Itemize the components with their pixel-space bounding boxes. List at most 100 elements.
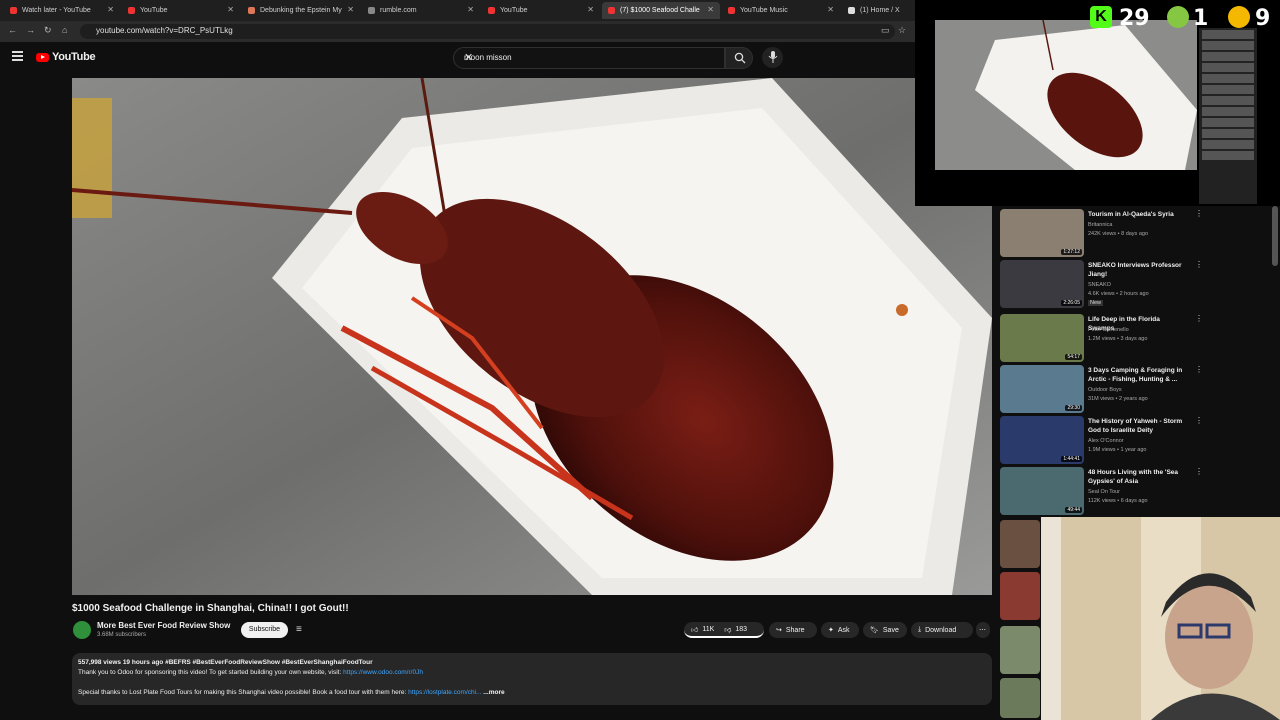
- more-vertical-icon[interactable]: ⋮: [1195, 260, 1203, 269]
- bookmark-star-icon[interactable]: ☆: [898, 25, 906, 36]
- tab-rumble[interactable]: rumble.com ✕: [362, 2, 480, 19]
- suggested-video[interactable]: 1:27:12 Tourism in Al-Qaeda's Syria Brit…: [1000, 209, 1203, 257]
- thumbs-up-icon[interactable]: 👍︎: [691, 625, 698, 634]
- tab-youtube-2[interactable]: YouTube ✕: [482, 2, 600, 19]
- more-vertical-icon[interactable]: ⋮: [1195, 467, 1203, 476]
- suggested-views: 112K views • 6 days ago: [1088, 498, 1148, 504]
- lobster-video-frame: [72, 78, 992, 595]
- suggested-channel[interactable]: Peter Santenello: [1088, 327, 1129, 333]
- video-thumbnail[interactable]: 1:27:12: [1000, 209, 1084, 257]
- suggested-channel[interactable]: Outdoor Boys: [1088, 387, 1122, 393]
- suggested-title[interactable]: The History of Yahweh - Storm God to Isr…: [1088, 417, 1184, 435]
- suggested-thumbnail-partial[interactable]: [1000, 626, 1040, 674]
- youtube-favicon-icon: [488, 7, 495, 14]
- suggested-title[interactable]: 3 Days Camping & Foraging in Arctic - Fi…: [1088, 366, 1184, 384]
- twitch-icon: [1228, 6, 1250, 28]
- suggested-thumbnail-partial[interactable]: [1000, 572, 1040, 620]
- tab-youtube-music[interactable]: YouTube Music ✕: [722, 2, 840, 19]
- back-icon[interactable]: ←: [8, 25, 17, 35]
- channel-avatar[interactable]: [73, 621, 91, 639]
- clear-search-icon[interactable]: ✕: [464, 51, 718, 64]
- close-tab-icon[interactable]: ✕: [107, 5, 114, 14]
- suggested-video[interactable]: 2:26:05 SNEAKO Interviews Professor Jian…: [1000, 260, 1203, 308]
- video-thumbnail[interactable]: 54:17: [1000, 314, 1084, 362]
- menu-icon[interactable]: [12, 51, 23, 61]
- tab-label: YouTube: [140, 7, 168, 14]
- more-vertical-icon[interactable]: ⋮: [1195, 365, 1203, 374]
- tab-label: rumble.com: [380, 7, 417, 14]
- search-button[interactable]: [725, 47, 753, 69]
- close-tab-icon[interactable]: ✕: [827, 5, 834, 14]
- page-scrollbar[interactable]: [1272, 206, 1278, 266]
- dislike-count[interactable]: 183: [735, 626, 747, 633]
- suggested-video[interactable]: 54:17 Life Deep in the Florida Swamps Pe…: [1000, 314, 1203, 362]
- save-button[interactable]: 🔖︎ Save: [863, 622, 907, 638]
- video-duration: 49:44: [1065, 507, 1082, 513]
- tab-youtube[interactable]: YouTube ✕: [122, 2, 240, 19]
- suggested-thumbnail-partial[interactable]: [1000, 678, 1040, 718]
- suggested-title[interactable]: Tourism in Al-Qaeda's Syria: [1088, 210, 1184, 219]
- youtube-logo[interactable]: YouTube: [36, 51, 96, 63]
- tab-label: (1) Home / X: [860, 7, 900, 14]
- install-app-icon[interactable]: ▭: [881, 25, 890, 36]
- tab-seafood-challenge[interactable]: (7) $1000 Seafood Challe ✕: [602, 2, 720, 19]
- twitch-viewer-count: 9: [1255, 6, 1271, 31]
- suggested-channel[interactable]: SNEAKO: [1088, 282, 1111, 288]
- suggested-channel[interactable]: Alex O'Connor: [1088, 438, 1124, 444]
- suggested-thumbnail-partial[interactable]: [1000, 520, 1040, 568]
- more-vertical-icon[interactable]: ⋮: [1195, 314, 1203, 323]
- suggested-title[interactable]: SNEAKO Interviews Professor Jiang!: [1088, 261, 1184, 279]
- suggested-video[interactable]: 1:44:41 The History of Yahweh - Storm Go…: [1000, 416, 1203, 464]
- suggested-title[interactable]: 48 Hours Living with the 'Sea Gypsies' o…: [1088, 468, 1184, 486]
- close-tab-icon[interactable]: ✕: [227, 5, 234, 14]
- close-tab-icon[interactable]: ✕: [467, 5, 474, 14]
- address-bar[interactable]: youtube.com/watch?v=DRC_PsUTLkg: [80, 24, 895, 39]
- more-vertical-icon[interactable]: ⋮: [1195, 209, 1203, 218]
- microphone-icon: [768, 51, 778, 63]
- tab-label: YouTube Music: [740, 7, 788, 14]
- suggested-video[interactable]: 29:30 3 Days Camping & Foraging in Arcti…: [1000, 365, 1203, 413]
- close-tab-icon[interactable]: ✕: [587, 5, 594, 14]
- ask-label: Ask: [837, 626, 850, 634]
- search-icon: [734, 52, 746, 64]
- suggested-views: 242K views • 8 days ago: [1088, 231, 1149, 237]
- suggested-channel[interactable]: Britannica: [1088, 222, 1112, 228]
- share-button[interactable]: ↪ Share: [769, 622, 817, 638]
- video-duration: 1:27:12: [1061, 249, 1082, 255]
- stream-overlay-preview: K 29 1 9: [915, 0, 1280, 206]
- tab-x-home[interactable]: (1) Home / X: [842, 2, 912, 19]
- description-box[interactable]: 557,998 views 19 hours ago #BEFRS #BestE…: [72, 653, 992, 705]
- reload-icon[interactable]: ↻: [44, 25, 52, 36]
- subscribe-button[interactable]: Subscribe: [241, 622, 288, 638]
- voice-search-button[interactable]: [762, 47, 783, 68]
- close-tab-icon[interactable]: ✕: [707, 5, 714, 14]
- close-tab-icon[interactable]: ✕: [347, 5, 354, 14]
- channel-name[interactable]: More Best Ever Food Review Show: [97, 621, 230, 630]
- odoo-link[interactable]: https://www.odoo.com/r/0Jh: [343, 669, 423, 676]
- video-thumbnail[interactable]: 1:44:41: [1000, 416, 1084, 464]
- download-button[interactable]: ⤓ Download: [911, 622, 973, 638]
- tab-watch-later[interactable]: Watch later - YouTube ✕: [4, 2, 120, 19]
- video-thumbnail[interactable]: 49:44: [1000, 467, 1084, 515]
- forward-icon[interactable]: →: [26, 25, 35, 35]
- suggested-video[interactable]: 49:44 48 Hours Living with the 'Sea Gyps…: [1000, 467, 1203, 515]
- thumbs-down-icon[interactable]: 👎︎: [724, 625, 731, 634]
- video-thumbnail[interactable]: 2:26:05: [1000, 260, 1084, 308]
- tab-label: (7) $1000 Seafood Challe: [620, 7, 700, 14]
- lostplate-link[interactable]: https://lostplate.com/chi...: [408, 689, 481, 696]
- tab-debunking[interactable]: Debunking the Epstein My ✕: [242, 2, 360, 19]
- show-more-link[interactable]: ...more: [483, 689, 504, 696]
- video-duration: 29:30: [1065, 405, 1082, 411]
- suggested-views: 31M views • 2 years ago: [1088, 396, 1148, 402]
- video-thumbnail[interactable]: 29:30: [1000, 365, 1084, 413]
- suggested-channel[interactable]: Seal On Tour: [1088, 489, 1120, 495]
- more-vertical-icon[interactable]: ⋮: [1195, 416, 1203, 425]
- playlist-add-icon[interactable]: ≡: [296, 624, 302, 635]
- search-input[interactable]: moon misson ✕: [453, 47, 725, 69]
- home-icon[interactable]: ⌂: [62, 25, 67, 35]
- ask-button[interactable]: ✦ Ask: [821, 622, 859, 638]
- like-count[interactable]: 11K: [702, 626, 714, 633]
- more-actions-button[interactable]: ⋯: [976, 622, 990, 638]
- video-player[interactable]: [72, 78, 992, 595]
- video-duration: 54:17: [1065, 354, 1082, 360]
